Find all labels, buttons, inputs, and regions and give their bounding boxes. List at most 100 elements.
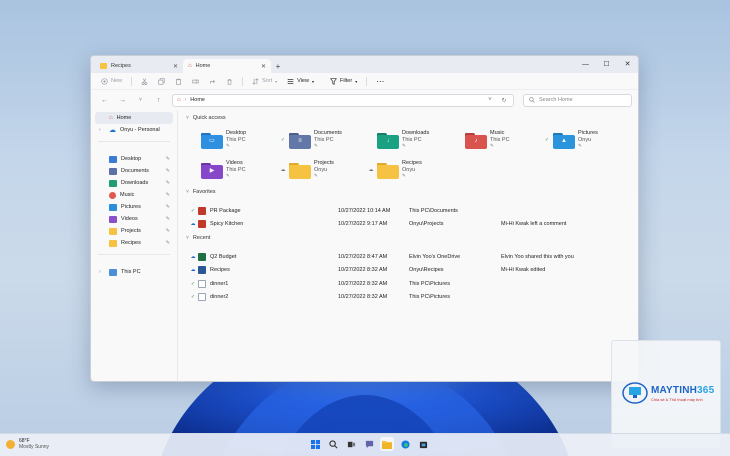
file-row[interactable]: ✓ dinner2 10/27/2022 8:32 AM This PC\Pic…: [190, 291, 632, 305]
videos-icon: [109, 215, 117, 223]
divider: [242, 76, 244, 86]
folder-glyph: ▶: [209, 167, 215, 174]
chevron-down-icon[interactable]: ˅: [485, 97, 495, 103]
quick-access-text: Music This PC ✎: [490, 130, 510, 150]
address-bar[interactable]: ⌂ › Home ˅ ↻: [172, 93, 514, 107]
quick-access-videos[interactable]: ▶ Videos This PC ✎: [192, 158, 280, 182]
folder-icon: [109, 227, 117, 235]
explorer-body: ⌂ Home › ☁ Onyu - Personal Desktop ✎ Docu…: [91, 110, 638, 381]
quick-access-header[interactable]: ˅ Quick access: [184, 112, 632, 124]
sidebar-item-onedrive[interactable]: › ☁ Onyu - Personal: [95, 124, 173, 136]
cloud-icon: ☁: [109, 127, 116, 134]
chevron-right-icon: ›: [184, 97, 187, 103]
quick-access-downloads[interactable]: ↓ Downloads This PC ✎: [368, 128, 456, 152]
file-explorer-icon[interactable]: [380, 437, 394, 451]
taskbar-apps: [308, 437, 430, 451]
file-location: This PC\Documents: [409, 207, 458, 214]
divider: [366, 76, 368, 86]
new-label: New: [111, 78, 123, 84]
new-button[interactable]: New: [97, 76, 126, 87]
store-icon[interactable]: [416, 437, 430, 451]
sidebar-item-pictures[interactable]: Pictures ✎: [95, 201, 173, 213]
windows-logo: [310, 439, 320, 449]
close-tab-icon[interactable]: ✕: [261, 63, 266, 70]
quick-access-recipes[interactable]: ☁ Recipes Onyu ✎: [368, 158, 456, 182]
forward-arrow-icon[interactable]: →: [115, 93, 130, 107]
chevron-right-icon[interactable]: ›: [99, 127, 105, 133]
close-tab-icon[interactable]: ✕: [173, 63, 178, 70]
refresh-icon[interactable]: ↻: [499, 97, 509, 104]
sidebar-item-desktop[interactable]: Desktop ✎: [95, 153, 173, 165]
file-row[interactable]: ☁ Recipes 10/27/2022 8:32 AM Onyu\Recipe…: [190, 264, 632, 278]
search-input[interactable]: Search Home: [523, 93, 632, 107]
file-name: Recipes: [210, 267, 230, 274]
rename-button[interactable]: [188, 76, 203, 87]
sidebar-item-recipes[interactable]: Recipes ✎: [95, 237, 173, 249]
task-view-icon[interactable]: [344, 437, 358, 451]
quick-access-desktop[interactable]: ▭ Desktop This PC ✎: [192, 128, 280, 152]
sidebar-item-label: Desktop: [121, 156, 142, 162]
delete-button[interactable]: [222, 76, 237, 87]
maximize-button[interactable]: ☐: [596, 56, 617, 72]
copy-button[interactable]: [154, 76, 169, 87]
pin-icon: ✎: [490, 143, 494, 149]
pin-icon: ✎: [165, 228, 170, 234]
quick-access-projects[interactable]: ☁ Projects Onyu ✎: [280, 158, 368, 182]
file-location: Onyu\Projects: [409, 221, 444, 228]
favorites-header[interactable]: ˅ Favorites: [184, 186, 632, 198]
file-row[interactable]: ✓ PR Package 10/27/2022 10:14 AM This PC…: [190, 204, 632, 218]
view-button[interactable]: View ▾: [283, 76, 318, 87]
chevron-down-icon: ▾: [311, 78, 314, 84]
sidebar-item-documents[interactable]: Documents ✎: [95, 165, 173, 177]
folder-glyph: ↓: [386, 137, 390, 144]
sidebar-item-this-pc[interactable]: › This PC: [95, 266, 173, 278]
recent-chevron-icon[interactable]: ˅: [133, 93, 148, 107]
search-icon[interactable]: [326, 437, 340, 451]
file-row[interactable]: ☁ Q2 Budget 10/27/2022 8:47 AM Elvin Yoo…: [190, 250, 632, 264]
recent-header[interactable]: ˅ Recent: [184, 232, 632, 244]
filter-button[interactable]: Filter ▾: [326, 76, 361, 87]
close-button[interactable]: ✕: [617, 56, 638, 72]
sidebar-item-projects[interactable]: Projects ✎: [95, 225, 173, 237]
more-button[interactable]: ⋯: [372, 75, 388, 88]
quick-access-music[interactable]: ♪ Music This PC ✎: [456, 128, 544, 152]
quick-access-documents[interactable]: ✓ ≡ Documents This PC ✎: [280, 128, 368, 152]
sidebar-item-downloads[interactable]: Downloads ✎: [95, 177, 173, 189]
cloud-status-icon: ☁: [190, 253, 196, 260]
share-button[interactable]: [205, 76, 220, 87]
file-row[interactable]: ✓ dinner1 10/27/2022 8:32 AM This PC\Pic…: [190, 277, 632, 291]
weather-widget[interactable]: 68°F Mostly Sunny: [6, 438, 49, 450]
up-arrow-icon[interactable]: ↑: [151, 93, 166, 107]
quick-access-pictures[interactable]: ✓ ▲ Pictures Onyu ✎: [544, 128, 632, 152]
chevron-right-icon[interactable]: ›: [99, 269, 105, 275]
pin-icon: ✎: [165, 216, 170, 222]
edge-icon[interactable]: [398, 437, 412, 451]
quick-access-text: Projects Onyu ✎: [314, 160, 334, 180]
file-date: 10/27/2022 8:32 AM: [338, 267, 388, 274]
sidebar-item-music[interactable]: Music ✎: [95, 189, 173, 201]
quick-access-text: Documents This PC ✎: [314, 130, 342, 150]
back-arrow-icon[interactable]: ←: [97, 93, 112, 107]
watermark-brand: MAYTINH365 Chia sẻ & Thủ thuật máy tính: [622, 381, 714, 405]
pin-icon: ✎: [314, 173, 318, 179]
file-activity: Elvin Yoo shared this with you: [501, 253, 574, 260]
minimize-button[interactable]: —: [575, 56, 596, 72]
folder-glyph: [384, 168, 392, 175]
quick-access-text: Desktop This PC ✎: [226, 130, 246, 150]
windows-start-icon[interactable]: [308, 437, 322, 451]
paste-button[interactable]: [171, 76, 186, 87]
pin-icon: ✎: [402, 173, 406, 179]
sidebar-item-home[interactable]: ⌂ Home: [95, 112, 173, 124]
sidebar-item-videos[interactable]: Videos ✎: [95, 213, 173, 225]
chevron-down-icon: ˅: [186, 235, 189, 241]
chat-icon[interactable]: [362, 437, 376, 451]
new-tab-button[interactable]: +: [271, 59, 285, 73]
cut-button[interactable]: [137, 76, 152, 87]
sort-button[interactable]: Sort ▾: [248, 76, 281, 87]
tab-recipes[interactable]: Recipes ✕: [95, 59, 183, 73]
tab-home[interactable]: ⌂ Home ✕: [183, 59, 271, 73]
file-row[interactable]: ☁ Spicy Kitchen 10/27/2022 9:17 AM Onyu\…: [190, 218, 632, 232]
folder-icon: [109, 239, 117, 247]
music-icon: ♪: [465, 132, 487, 149]
pin-icon: ✎: [165, 204, 170, 210]
